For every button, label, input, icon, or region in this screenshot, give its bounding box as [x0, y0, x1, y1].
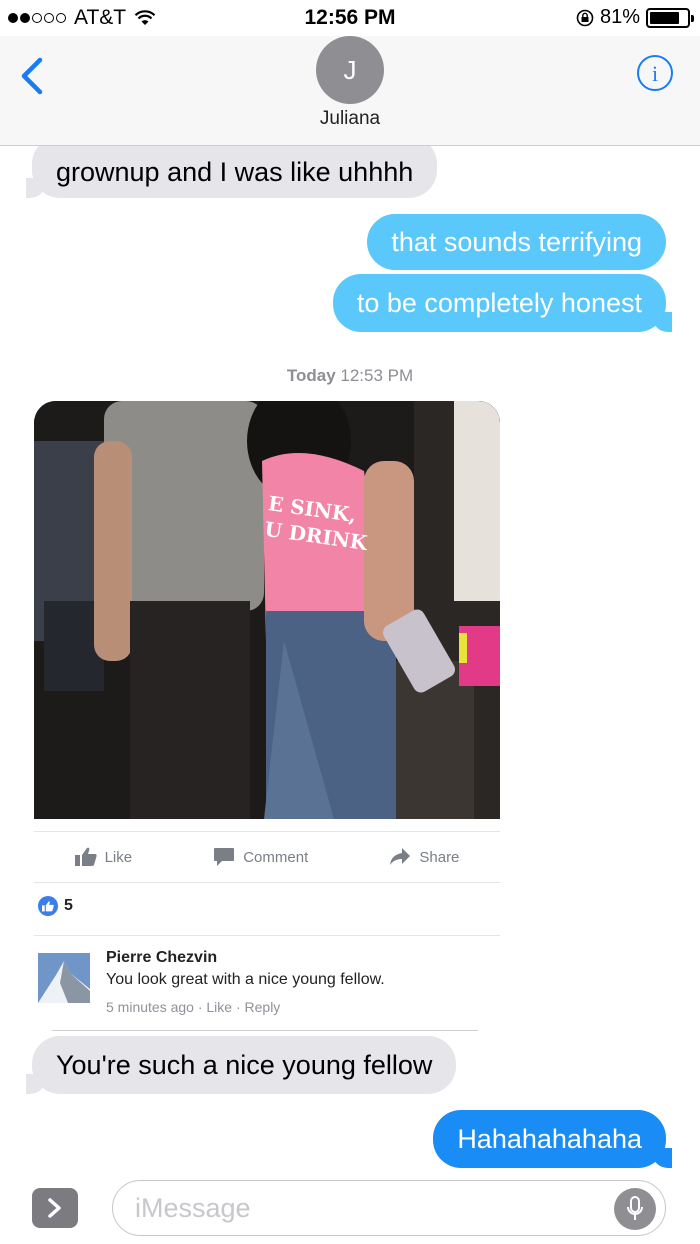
comment-meta: 5 minutes ago · Like · Reply: [106, 999, 281, 1015]
message-text: Hahahahahaha: [457, 1123, 642, 1154]
like-count-value: 5: [64, 897, 73, 914]
lock-rotation-icon: [576, 9, 594, 26]
share-action[interactable]: Share: [389, 847, 459, 867]
comment-icon: [214, 848, 235, 866]
post-photo[interactable]: E SINK, U DRINK: [34, 401, 500, 819]
message-bubble-received[interactable]: grownup and I was like uhhhh: [25, 146, 438, 198]
timestamp-time: 12:53 PM: [340, 366, 414, 385]
message-text: You're such a nice young fellow: [56, 1049, 433, 1080]
microphone-icon: [627, 1196, 643, 1220]
share-arrow-icon: [390, 848, 411, 865]
message-text: to be completely honest: [356, 287, 642, 318]
comment-action[interactable]: Comment: [213, 847, 308, 867]
comment-label: Comment: [243, 848, 309, 866]
microphone-button[interactable]: [614, 1188, 656, 1230]
message-timestamp: Today 12:53 PM: [0, 366, 700, 386]
message-bubble-received[interactable]: You're such a nice young fellow: [25, 1036, 457, 1094]
divider: [34, 935, 500, 936]
share-label: Share: [419, 848, 460, 866]
contact-name[interactable]: Juliana: [0, 108, 700, 130]
like-action[interactable]: Like: [74, 847, 133, 867]
thumbs-up-icon: [42, 900, 54, 911]
commenter-avatar[interactable]: [38, 953, 90, 1003]
battery-cap: [691, 14, 694, 22]
shared-screenshot[interactable]: E SINK, U DRINK Like Comment Share 5 Pie…: [34, 401, 500, 1031]
battery-fill: [650, 11, 680, 24]
message-bubble-sent[interactable]: to be completely honest: [332, 274, 673, 332]
compose-bar: iMessage: [0, 1172, 700, 1244]
conversation-header: J Juliana i: [0, 36, 700, 146]
info-icon[interactable]: i: [636, 54, 674, 92]
divider: [52, 1030, 478, 1031]
post-action-bar: Like Comment Share: [34, 831, 500, 883]
message-text: grownup and I was like uhhhh: [56, 156, 414, 187]
timestamp-day: Today: [286, 366, 336, 385]
like-label: Like: [104, 848, 133, 866]
comment-author[interactable]: Pierre Chezvin: [106, 949, 217, 967]
thumbs-up-icon: [74, 847, 97, 866]
like-count[interactable]: 5: [38, 896, 73, 916]
avatar[interactable]: J: [316, 36, 384, 104]
like-badge-icon: [38, 896, 58, 916]
comment-item: Pierre Chezvin You look great with a nic…: [38, 949, 498, 1019]
message-input[interactable]: iMessage: [112, 1180, 666, 1236]
message-text: that sounds terrifying: [391, 226, 642, 257]
battery-percent: 81%: [599, 6, 640, 28]
message-bubble-sent[interactable]: Hahahahahaha: [433, 1110, 672, 1168]
message-list[interactable]: grownup and I was like uhhhh that sounds…: [0, 146, 700, 1172]
battery-group: 81%: [576, 6, 694, 29]
comment-text: You look great with a nice young fellow.: [106, 971, 385, 988]
message-bubble-sent[interactable]: that sounds terrifying: [367, 214, 666, 270]
photo-illustration: [34, 401, 500, 819]
back-chevron-icon[interactable]: [18, 56, 48, 96]
apps-chevron-icon: [48, 1198, 61, 1218]
apps-button[interactable]: [32, 1188, 78, 1228]
status-bar: AT&T 12:56 PM 81%: [0, 0, 700, 36]
battery-icon: [646, 7, 694, 28]
svg-text:i: i: [652, 61, 658, 86]
